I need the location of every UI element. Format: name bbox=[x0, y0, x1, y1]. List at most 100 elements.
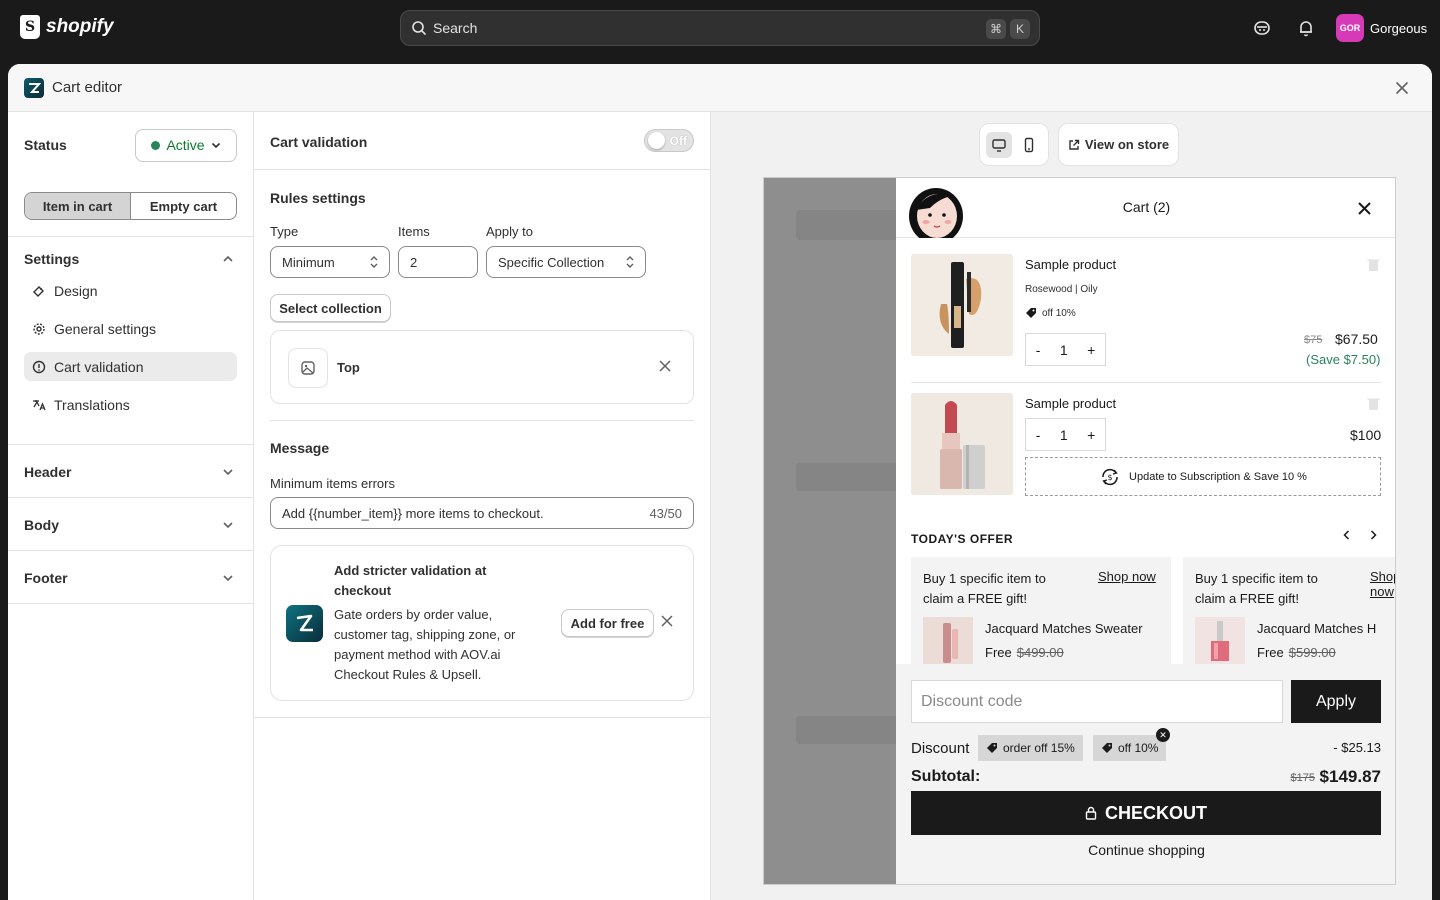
remove-collection-icon[interactable] bbox=[659, 360, 671, 372]
translate-icon bbox=[33, 399, 46, 410]
cart-line-item: Sample product - 1 + $100 $ Update to Su… bbox=[911, 393, 1381, 503]
sidebar-item-label: Design bbox=[54, 282, 98, 299]
chevron-down-icon[interactable] bbox=[221, 465, 235, 479]
chevron-right-icon[interactable] bbox=[1366, 528, 1380, 542]
divider bbox=[8, 444, 253, 445]
qty-plus-button[interactable]: + bbox=[1087, 427, 1095, 443]
promo-text: Gate orders by order value, customer tag… bbox=[334, 607, 516, 682]
desktop-icon[interactable] bbox=[986, 131, 1012, 158]
section-footer[interactable]: Footer bbox=[24, 570, 68, 586]
tab-empty-cart[interactable]: Empty cart bbox=[131, 193, 236, 219]
type-label: Type bbox=[270, 224, 299, 239]
shop-now-link[interactable]: Shop now bbox=[1098, 569, 1156, 584]
paint-brush-icon bbox=[33, 285, 44, 297]
product-image-lipstick[interactable] bbox=[911, 393, 1013, 495]
section-body[interactable]: Body bbox=[24, 517, 59, 533]
checkout-button[interactable]: CHECKOUT bbox=[911, 791, 1381, 835]
min-errors-value: Add {{number_item}} more items to checko… bbox=[282, 505, 544, 521]
type-select[interactable]: Minimum bbox=[270, 246, 390, 278]
dismiss-icon[interactable] bbox=[661, 615, 673, 627]
quantity-stepper[interactable]: - 1 + bbox=[1025, 333, 1106, 366]
qty-plus-button[interactable]: + bbox=[1087, 342, 1095, 358]
validation-toggle[interactable]: Off bbox=[644, 129, 694, 152]
shopify-logo[interactable]: shopify bbox=[20, 15, 114, 39]
offer-product-name: Jacquard Matches Sweater bbox=[985, 621, 1143, 636]
message-title: Message bbox=[270, 440, 330, 456]
sidekick-icon[interactable] bbox=[1250, 16, 1274, 40]
quantity-stepper[interactable]: - 1 + bbox=[1025, 418, 1106, 451]
status-value: Active bbox=[166, 137, 205, 153]
external-link-icon bbox=[1069, 139, 1080, 150]
divider bbox=[8, 497, 253, 498]
section-header[interactable]: Header bbox=[24, 464, 71, 480]
device-toggle bbox=[979, 123, 1049, 166]
continue-shopping-link[interactable]: Continue shopping bbox=[896, 842, 1395, 858]
product-image-concealer[interactable] bbox=[911, 254, 1013, 356]
alert-circle-icon bbox=[32, 360, 46, 373]
close-icon[interactable] bbox=[1392, 78, 1412, 98]
sidebar-item-design[interactable]: Design bbox=[24, 276, 237, 305]
chevron-up-icon[interactable] bbox=[221, 252, 235, 266]
preview-panel: View on store Cart (2) Sample product Ro… bbox=[711, 112, 1432, 900]
items-value: 2 bbox=[410, 254, 418, 270]
old-price: $75 bbox=[1304, 334, 1323, 346]
items-input[interactable]: 2 bbox=[398, 246, 478, 278]
sidebar: Status Active Item in cart Empty cart Se… bbox=[8, 112, 254, 900]
apply-to-select[interactable]: Specific Collection bbox=[486, 246, 646, 278]
add-for-free-button[interactable]: Add for free bbox=[561, 609, 654, 637]
status-dropdown[interactable]: Active bbox=[135, 128, 237, 162]
sidebar-item-cart-validation[interactable]: Cart validation bbox=[24, 352, 237, 381]
divider bbox=[254, 169, 711, 170]
subtotal-row: Subtotal: $175 $149.87 bbox=[911, 766, 1381, 790]
price: $100 bbox=[1350, 427, 1382, 443]
search-bar[interactable]: Search ⌘ K bbox=[400, 10, 1040, 46]
svg-text:$: $ bbox=[1107, 473, 1112, 482]
remove-discount-icon[interactable]: ✕ bbox=[1156, 728, 1170, 742]
settings-title: Settings bbox=[24, 251, 80, 267]
min-errors-field[interactable]: Add {{number_item}} more items to checko… bbox=[270, 497, 694, 529]
qty-minus-button[interactable]: - bbox=[1036, 427, 1041, 443]
trash-icon[interactable] bbox=[1367, 397, 1380, 411]
chevron-down-icon[interactable] bbox=[221, 571, 235, 585]
select-collection-button[interactable]: Select collection bbox=[270, 294, 391, 322]
view-on-store-button[interactable]: View on store bbox=[1058, 123, 1179, 166]
offer-price: Free $599.00 bbox=[1257, 645, 1336, 660]
tab-item-in-cart[interactable]: Item in cart bbox=[25, 193, 131, 219]
bell-icon[interactable] bbox=[1294, 16, 1318, 40]
tag-icon bbox=[987, 743, 997, 753]
search-icon bbox=[412, 21, 426, 35]
chevron-down-icon[interactable] bbox=[221, 518, 235, 532]
offer-price: Free $499.00 bbox=[985, 645, 1064, 660]
trash-icon[interactable] bbox=[1367, 258, 1380, 272]
free-label: Free bbox=[985, 645, 1012, 660]
store-preview-frame: Cart (2) Sample product Rosewood | Oily … bbox=[763, 177, 1396, 885]
subscription-label: Update to Subscription & Save 10 % bbox=[1129, 470, 1307, 483]
status-dot-icon bbox=[151, 140, 161, 150]
offer-product-image[interactable] bbox=[923, 617, 973, 667]
qty-minus-button[interactable]: - bbox=[1036, 342, 1041, 358]
sidebar-item-general-settings[interactable]: General settings bbox=[24, 314, 237, 343]
shop-now-link[interactable]: Shop now bbox=[1370, 569, 1395, 599]
close-cart-icon[interactable] bbox=[1358, 202, 1371, 215]
select-arrows-icon bbox=[370, 256, 378, 268]
kbd-cmd: ⌘ bbox=[986, 19, 1006, 39]
discount-chip: order off 15% bbox=[978, 735, 1083, 761]
offer-old-price: $599.00 bbox=[1288, 645, 1336, 660]
sidebar-item-translations[interactable]: Translations bbox=[24, 390, 237, 419]
cart-editor-modal: Cart editor Status Active Item in cart E… bbox=[8, 64, 1432, 900]
mobile-icon[interactable] bbox=[1016, 132, 1042, 158]
offer-product-image[interactable] bbox=[1195, 617, 1245, 667]
store-menu[interactable]: GOR Gorgeous bbox=[1336, 14, 1427, 42]
type-value: Minimum bbox=[282, 254, 335, 270]
cart-validation-panel: Cart validation Off Rules settings Type … bbox=[254, 112, 711, 900]
min-errors-label: Minimum items errors bbox=[270, 476, 395, 491]
top-bar: shopify Search ⌘ K GOR Gorgeous bbox=[0, 0, 1440, 56]
chip-label: order off 15% bbox=[1003, 741, 1075, 755]
product-variant: Rosewood | Oily bbox=[1025, 284, 1098, 295]
subscription-upsell-button[interactable]: $ Update to Subscription & Save 10 % bbox=[1025, 457, 1381, 496]
divider bbox=[8, 236, 253, 237]
kbd-k: K bbox=[1010, 19, 1030, 39]
apply-discount-button[interactable]: Apply bbox=[1291, 680, 1381, 723]
chevron-left-icon[interactable] bbox=[1340, 528, 1354, 542]
discount-code-input[interactable]: Discount code bbox=[911, 680, 1283, 723]
